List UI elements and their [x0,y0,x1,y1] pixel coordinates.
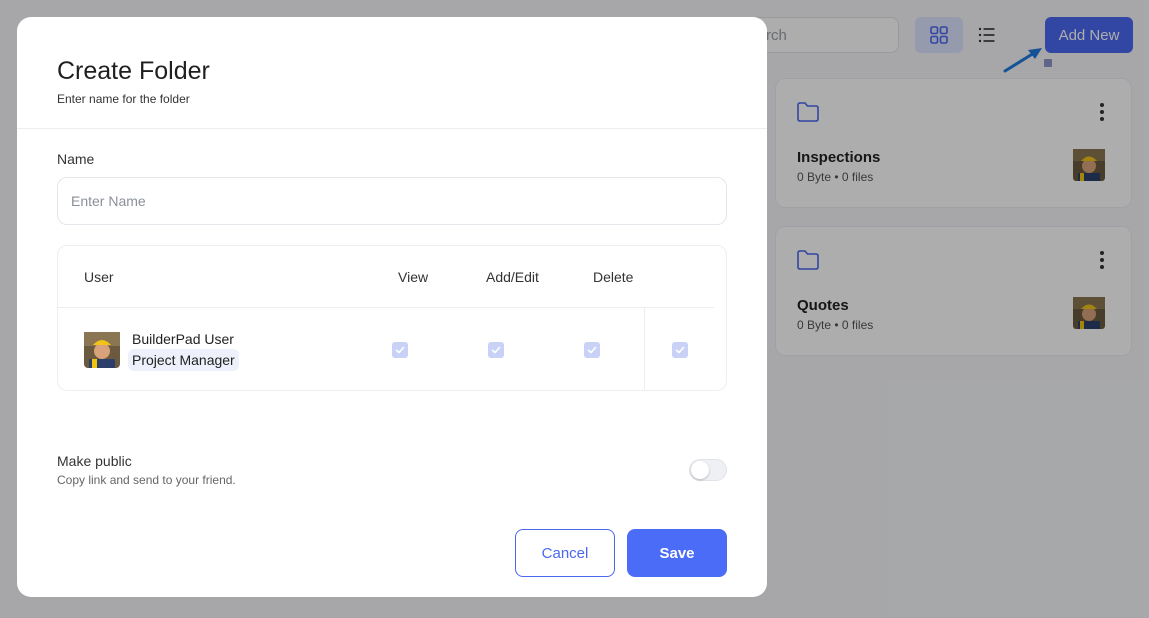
header-add-edit: Add/Edit [486,269,539,285]
make-public-label: Make public [57,453,132,469]
folder-name-input[interactable] [57,177,727,225]
make-public-toggle[interactable] [689,459,727,481]
header-view: View [398,269,429,285]
make-public-description: Copy link and send to your friend. [57,473,236,487]
column-divider [644,308,645,390]
modal-header: Create Folder Enter name for the folder [17,17,767,129]
name-label: Name [57,151,95,167]
avatar [84,332,120,368]
create-folder-modal: Create Folder Enter name for the folder … [17,17,767,597]
check-icon [587,346,597,354]
check-icon [491,346,501,354]
table-header: User View Add/Edit Delete [58,246,714,308]
modal-title: Create Folder [57,57,210,85]
view-checkbox[interactable] [392,342,408,358]
check-icon [395,346,405,354]
add-edit-checkbox[interactable] [488,342,504,358]
check-icon [675,346,685,354]
header-delete: Delete [593,269,634,285]
cancel-button[interactable]: Cancel [515,529,615,577]
permissions-table: User View Add/Edit Delete BuilderPad Use… [57,245,727,391]
delete-checkbox[interactable] [584,342,600,358]
header-user: User [84,269,114,285]
user-name: BuilderPad User [132,331,234,347]
save-button[interactable]: Save [627,529,727,577]
table-row: BuilderPad User Project Manager [58,308,726,390]
select-row-checkbox[interactable] [672,342,688,358]
toggle-knob [691,461,709,479]
role-badge: Project Manager [128,349,239,371]
modal-subtitle: Enter name for the folder [57,92,190,106]
